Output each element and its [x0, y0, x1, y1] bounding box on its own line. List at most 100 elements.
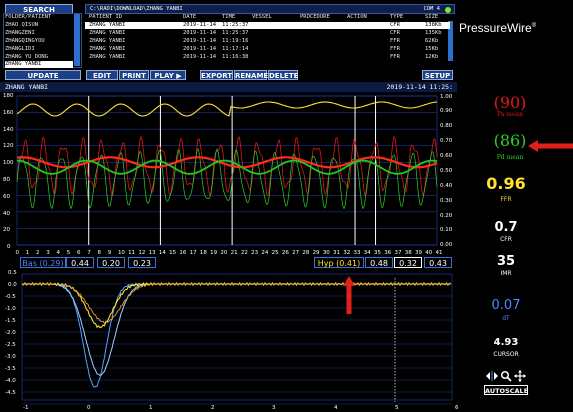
table-cell: 11:25:37 [222, 30, 249, 36]
path-text: C:\RADI\DOWNLOAD\ZHANG YANBI [90, 6, 183, 12]
col-patient-id: PATIENT ID [89, 14, 123, 20]
x-tick: 0 [16, 250, 20, 256]
connection-status-icon [445, 7, 451, 13]
chart-patient-name: ZHANG YANBI [5, 83, 49, 91]
delete-button[interactable]: DELETE [268, 70, 298, 80]
cfr-value: 0.7 [494, 220, 518, 235]
x-tick: 2 [211, 405, 215, 411]
horizontal-scale-icon[interactable] [486, 370, 498, 382]
table-cell: ZHANG YANBI [89, 22, 126, 28]
patient-list-item-selected[interactable]: ZHANG YANBI [5, 61, 73, 68]
ffr-label: FFR [500, 196, 512, 203]
x-tick: 8 [97, 250, 101, 256]
patient-list-item[interactable]: ZHANGLIDI [5, 46, 73, 53]
x-tick: 12 [138, 250, 145, 256]
y-tick: 0.0 [8, 282, 17, 288]
x-tick: 39 [415, 250, 422, 256]
table-cell[interactable]: ZHANG YANBI [89, 38, 125, 45]
setup-button[interactable]: SETUP [422, 70, 453, 80]
zoom-icon[interactable] [500, 370, 512, 382]
cfr-label: CFR [500, 236, 512, 243]
patient-list-item[interactable]: ZHANGQINGYOU [5, 38, 73, 45]
patient-list-scrollbar[interactable] [74, 14, 80, 66]
table-cell: 11:19:16 [222, 38, 249, 44]
pd-mean-label: Pd mean [496, 154, 524, 161]
pressure-trace-chart[interactable]: 180 160 140 120 100 80 60 40 20 0 1.00 0… [0, 92, 460, 257]
play-button[interactable]: PLAY ▶ [150, 70, 186, 80]
x-tick: 25 [272, 250, 279, 256]
table-cell: 11:17:14 [222, 46, 249, 52]
x-tick: 18 [200, 250, 207, 256]
col-size: SIZE [425, 14, 439, 20]
y-tick: 0.5 [8, 270, 17, 276]
y-tick: -3.5 [5, 366, 16, 372]
chart2-y-ticks: 0.5 0.0 -0.5 -1.0 -1.5 -2.0 -2.5 -3.0 -3… [5, 270, 17, 396]
edit-button[interactable]: EDIT [86, 70, 118, 80]
chart-timestamp: 2019-11-14 11:25: [386, 83, 453, 91]
autoscale-button[interactable]: AUTOSCALE [484, 385, 528, 395]
x-tick: 1 [149, 405, 153, 411]
export-button[interactable]: EXPORT [200, 70, 233, 80]
x-tick: 5 [395, 405, 399, 411]
brand-name: PressureWire [459, 21, 532, 35]
chart-gridlines [16, 95, 438, 246]
y2-tick: 0.40 [440, 183, 453, 189]
chart-traces [16, 101, 438, 210]
y2-tick: 0.60 [440, 153, 453, 159]
patient-list-item[interactable]: ZHAO QISUN [5, 22, 73, 29]
brand-mark: ® [531, 23, 537, 29]
print-button[interactable]: PRINT [119, 70, 149, 80]
thermodilution-chart[interactable]: 0.5 0.0 -0.5 -1.0 -1.5 -2.0 -2.5 -3.0 -3… [0, 268, 460, 412]
table-cell: 2019-11-14 [183, 38, 217, 44]
table-cell: 138Kb [425, 22, 442, 28]
x-tick: 14 [159, 250, 166, 256]
y2-tick: 0.70 [440, 138, 453, 144]
update-button[interactable]: UPDATE [5, 70, 81, 80]
x-tick: 20 [220, 250, 227, 256]
x-tick: 5 [67, 250, 71, 256]
col-vessel: VESSEL [252, 14, 272, 20]
chart-title-bar: ZHANG YANBI 2019-11-14 11:25: [0, 82, 457, 92]
chart-x-ticks: 0 1 2 3 4 5 6 7 8 9 10 11 12 13 14 15 16 17 18 19 20 21 22 23 24… [16, 250, 443, 256]
rename-button[interactable]: RENAME [234, 70, 268, 80]
x-tick: 19 [210, 250, 217, 256]
patient-list-item[interactable]: ZHANG YU DONG [5, 54, 73, 61]
cursor-label: CURSOR [493, 351, 519, 358]
chart2-gridlines [21, 273, 453, 405]
patient-list-item[interactable]: ZHANGZENI [5, 30, 73, 37]
table-cell: 2019-11-14 [183, 30, 217, 36]
plot-frame [21, 273, 453, 401]
x-tick: 23 [251, 250, 258, 256]
x-tick: 28 [302, 250, 309, 256]
y-tick: 120 [3, 143, 14, 149]
path-bar: C:\RADI\DOWNLOAD\ZHANG YANBI COM 4 [85, 4, 455, 14]
y-tick: 100 [3, 160, 14, 166]
table-cell[interactable]: ZHANG YANBI [89, 54, 125, 61]
baseline-value: 0.20 [97, 257, 125, 268]
x-tick: 29 [313, 250, 320, 256]
baseline-value: 0.44 [66, 257, 94, 268]
table-cell: FFR [390, 46, 400, 52]
dt-label: dT [502, 315, 510, 322]
x-tick: 9 [108, 250, 112, 256]
x-tick: 10 [118, 250, 125, 256]
x-tick: 36 [384, 250, 391, 256]
y-tick: -3.0 [5, 354, 16, 360]
chart-left-ticks: 180 160 140 120 100 80 60 40 20 0 [3, 93, 14, 250]
y-tick: 180 [3, 93, 14, 99]
y-tick: -4.5 [5, 390, 16, 396]
y-tick: -4.0 [5, 378, 16, 384]
x-tick: 31 [333, 250, 340, 256]
pd-mean-trace [17, 159, 438, 175]
table-cell[interactable]: ZHANG YANBI [89, 30, 125, 37]
x-tick: 13 [149, 250, 156, 256]
table-cell: FFR [390, 54, 400, 60]
y2-tick: 0.10 [440, 227, 453, 233]
x-tick: 7 [87, 250, 91, 256]
x-tick: 6 [455, 405, 459, 411]
pa-mean-label: Pa mean [497, 111, 523, 118]
pan-icon[interactable] [514, 370, 526, 382]
thermo-curve-orange [21, 282, 452, 325]
x-tick: 35 [374, 250, 381, 256]
table-cell[interactable]: ZHANG YANBI [89, 46, 125, 53]
